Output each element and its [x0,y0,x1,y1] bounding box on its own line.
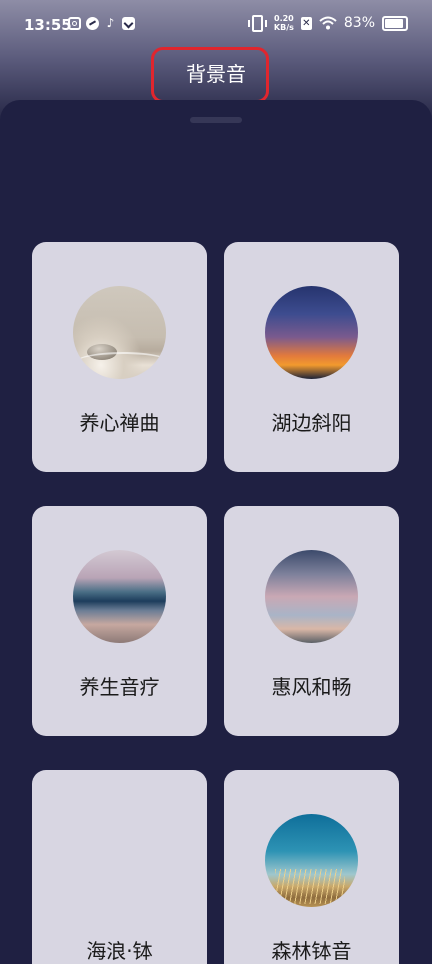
status-bar: 13:55 ♪ 0.20 KB/s ✕ 83% [0,0,432,52]
sound-card-label: 养生音疗 [79,675,160,699]
network-speed: 0.20 KB/s [274,14,294,32]
lake-sunset-thumbnail [265,286,358,379]
wifi-icon [319,16,337,30]
network-speed-unit: KB/s [273,23,294,32]
drag-handle[interactable] [190,117,242,123]
notification-icons: ♪ [68,17,135,30]
no-sim-icon: ✕ [300,16,312,30]
sound-card-label: 惠风和畅 [271,675,352,699]
battery-icon [382,15,408,31]
bottom-sheet: 养心禅曲 湖边斜阳 养生音疗 惠风和畅 海浪·钵 森林钵音 [0,100,432,964]
sound-card-yangxin[interactable]: 养心禅曲 [32,242,207,472]
sound-card-label: 森林钵音 [271,939,352,963]
sound-card-label: 海浪·钵 [86,939,153,963]
status-right: 0.20 KB/s ✕ 83% [247,14,408,32]
sound-card-label: 养心禅曲 [79,411,160,435]
sound-card-hubian[interactable]: 湖边斜阳 [224,242,399,472]
status-time: 13:55 [24,16,72,34]
app-notification-icon [68,17,81,30]
soft-clouds-thumbnail [265,550,358,643]
sound-card-senlin[interactable]: 森林钵音 [224,770,399,964]
sound-card-yangsheng[interactable]: 养生音疗 [32,506,207,736]
zen-stones-thumbnail [73,286,166,379]
sound-card-label: 湖边斜阳 [271,411,352,435]
vibrate-icon [247,14,267,32]
network-speed-value: 0.20 [274,14,294,23]
message-icon [122,17,135,30]
tiktok-icon: ♪ [106,16,115,30]
battery-percent: 83% [343,15,375,31]
cloud-app-icon [86,17,99,30]
golden-grass-thumbnail [265,814,358,907]
title-highlight-box [151,47,269,103]
sound-card-hailang[interactable]: 海浪·钵 [32,770,207,964]
sound-card-huifeng[interactable]: 惠风和畅 [224,506,399,736]
sea-horizon-thumbnail [73,550,166,643]
